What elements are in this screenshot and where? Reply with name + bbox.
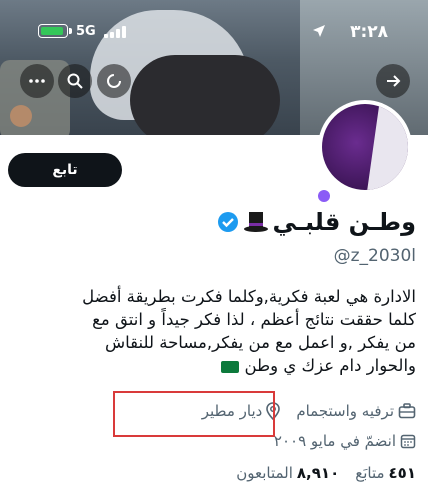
- profile-bio: الادارة هي لعبة فكرية,وكلما فكرت بطريقة …: [8, 285, 416, 377]
- battery-icon: [38, 24, 72, 38]
- search-icon: [67, 73, 83, 89]
- verified-badge-icon: [217, 212, 238, 232]
- bio-line-last: والحوار دام عزك ي وطن: [8, 354, 416, 377]
- bio-line: كلما حققت نتائج أعظم ، لذا فكر جيداً و ا…: [92, 310, 416, 329]
- banner-face: [10, 105, 32, 127]
- more-button[interactable]: [20, 64, 54, 98]
- joined-item: انضمّ في مايو ٢٠٠٩: [274, 432, 416, 450]
- status-time: ٣:٢٨: [350, 22, 388, 42]
- user-handle: @z_2030l: [333, 246, 416, 266]
- network-label: 5G: [76, 24, 96, 39]
- following-label: متابَع: [355, 464, 385, 482]
- bio-line: الادارة هي لعبة فكرية,وكلما فكرت بطريقة …: [82, 287, 416, 306]
- refresh-icon: [107, 74, 121, 88]
- joined-label: انضمّ في مايو ٢٠٠٩: [273, 432, 396, 450]
- followers-stat[interactable]: ٨,٩١٠ المتابعون: [236, 464, 339, 482]
- briefcase-icon: [398, 403, 416, 419]
- followers-label: المتابعون: [236, 464, 293, 482]
- follow-button[interactable]: تابع: [8, 153, 122, 187]
- search-button[interactable]: [58, 64, 92, 98]
- display-name-row: وطـن قلبـي: [217, 208, 416, 236]
- following-count: ٤٥١: [388, 464, 416, 482]
- refresh-button[interactable]: [97, 64, 131, 98]
- arrow-icon: [387, 75, 401, 87]
- avatar-status-badge: [315, 187, 333, 205]
- profile-avatar[interactable]: [318, 100, 412, 194]
- status-bar: 5G ٣:٢٨: [0, 0, 428, 50]
- highlight-annotation-box: [113, 391, 275, 437]
- category-label: ترفيه واستجمام: [296, 402, 394, 420]
- followers-count: ٨,٩١٠: [296, 464, 340, 482]
- bio-line: والحوار دام عزك ي وطن: [244, 356, 416, 375]
- avatar-image: [322, 104, 408, 190]
- bio-line: من يفكر ,و اعمل مع من يفكر,مساحة للنقاش: [105, 333, 416, 352]
- display-name: وطـن قلبـي: [272, 208, 416, 236]
- saudi-flag-emoji: [221, 360, 240, 373]
- follow-stats: ٤٥١ متابَع ٨,٩١٠ المتابعون: [236, 464, 416, 482]
- location-arrow-icon: [313, 25, 325, 37]
- top-hat-emoji: [243, 212, 268, 232]
- following-stat[interactable]: ٤٥١ متابَع: [355, 464, 416, 482]
- more-icon: [29, 79, 45, 83]
- back-button[interactable]: [376, 64, 410, 98]
- category-item: ترفيه واستجمام: [296, 402, 416, 420]
- calendar-icon: [400, 434, 416, 449]
- signal-bars-icon: [104, 26, 126, 38]
- banner-hair: [130, 55, 280, 135]
